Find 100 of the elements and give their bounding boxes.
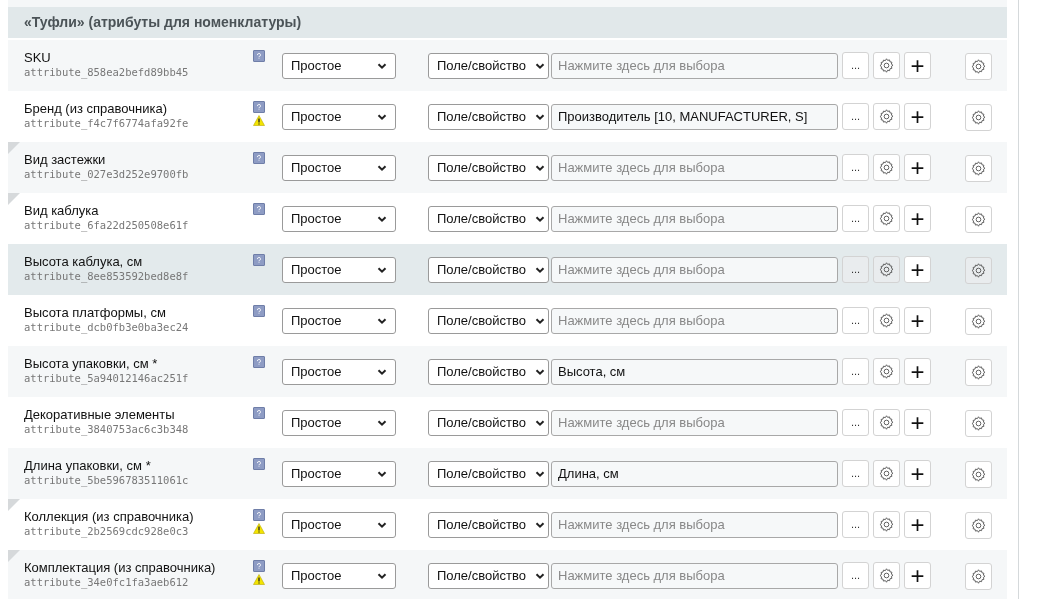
more-button[interactable]: ... [842, 511, 869, 538]
value-field[interactable]: Нажмите здесь для выбора [551, 409, 838, 436]
help-icon[interactable] [253, 407, 265, 419]
attribute-name: Высота каблука, см [24, 254, 144, 269]
more-button[interactable]: ... [842, 52, 869, 79]
type-select[interactable]: Простое [282, 205, 396, 232]
value-field[interactable]: Длина, см [551, 460, 838, 487]
add-button[interactable]: + [904, 460, 931, 487]
type-select[interactable]: Простое [282, 511, 396, 538]
help-icon[interactable] [253, 560, 265, 572]
add-button[interactable]: + [904, 52, 931, 79]
value-field[interactable]: Нажмите здесь для выбора [551, 562, 838, 589]
settings-icon[interactable] [873, 307, 900, 334]
attribute-code: attribute_dcb0fb3e0ba3ec24 [24, 320, 190, 335]
settings-icon[interactable] [873, 409, 900, 436]
add-button[interactable]: + [904, 154, 931, 181]
help-icon[interactable] [253, 50, 265, 62]
source-select[interactable]: Поле/свойство [428, 409, 549, 436]
settings-icon[interactable] [965, 155, 992, 182]
help-icon[interactable] [253, 101, 265, 113]
settings-icon[interactable] [965, 257, 992, 284]
type-select[interactable]: Простое [282, 409, 396, 436]
more-button[interactable]: ... [842, 358, 869, 385]
type-select[interactable]: Простое [282, 103, 396, 130]
help-icon[interactable] [253, 152, 265, 164]
add-button[interactable]: + [904, 205, 931, 232]
source-select[interactable]: Поле/свойство [428, 154, 549, 181]
type-select[interactable]: Простое [282, 256, 396, 283]
help-icon[interactable] [253, 458, 265, 470]
settings-icon[interactable] [873, 562, 900, 589]
attribute-name: Вид застежки [24, 152, 107, 167]
attribute-name: Высота упаковки, см * [24, 356, 159, 371]
add-button[interactable]: + [904, 409, 931, 436]
help-icon[interactable] [253, 509, 265, 521]
source-select[interactable]: Поле/свойство [428, 460, 549, 487]
settings-icon[interactable] [873, 358, 900, 385]
more-button[interactable]: ... [842, 307, 869, 334]
type-select[interactable]: Простое [282, 562, 396, 589]
add-button[interactable]: + [904, 307, 931, 334]
more-button[interactable]: ... [842, 409, 869, 436]
settings-icon[interactable] [965, 359, 992, 386]
value-field[interactable]: Нажмите здесь для выбора [551, 52, 838, 79]
attribute-code: attribute_f4c7f6774afa92fe [24, 116, 190, 131]
help-icon[interactable] [253, 305, 265, 317]
help-icon[interactable] [253, 356, 265, 368]
section-title: «Туфли» (атрибуты для номенклатуры) [24, 13, 302, 32]
type-select[interactable]: Простое [282, 52, 396, 79]
source-select[interactable]: Поле/свойство [428, 52, 549, 79]
source-select[interactable]: Поле/свойство [428, 256, 549, 283]
settings-icon[interactable] [873, 103, 900, 130]
settings-icon[interactable] [965, 410, 992, 437]
more-button[interactable]: ... [842, 460, 869, 487]
attribute-code: attribute_34e0fc1fa3aeb612 [24, 575, 190, 590]
source-select[interactable]: Поле/свойство [428, 205, 549, 232]
type-select[interactable]: Простое [282, 154, 396, 181]
settings-icon[interactable] [965, 461, 992, 488]
add-button[interactable]: + [904, 256, 931, 283]
settings-icon[interactable] [965, 563, 992, 590]
add-button[interactable]: + [904, 511, 931, 538]
settings-icon[interactable] [873, 256, 900, 283]
more-button[interactable]: ... [842, 154, 869, 181]
settings-icon[interactable] [873, 511, 900, 538]
settings-icon[interactable] [965, 308, 992, 335]
settings-icon[interactable] [873, 205, 900, 232]
source-select[interactable]: Поле/свойство [428, 103, 549, 130]
source-select[interactable]: Поле/свойство [428, 307, 549, 334]
help-icon[interactable] [253, 254, 265, 266]
attribute-name: Бренд (из справочника) [24, 101, 168, 116]
type-select[interactable]: Простое [282, 307, 396, 334]
value-field[interactable]: Производитель [10, MANUFACTURER, S] [551, 103, 838, 130]
value-field[interactable]: Нажмите здесь для выбора [551, 205, 838, 232]
source-select[interactable]: Поле/свойство [428, 511, 549, 538]
settings-icon[interactable] [965, 53, 992, 80]
value-field[interactable]: Высота, см [551, 358, 838, 385]
settings-icon[interactable] [873, 460, 900, 487]
settings-icon[interactable] [873, 52, 900, 79]
type-select[interactable]: Простое [282, 358, 396, 385]
value-field[interactable]: Нажмите здесь для выбора [551, 154, 838, 181]
value-field[interactable]: Нажмите здесь для выбора [551, 511, 838, 538]
source-select[interactable]: Поле/свойство [428, 562, 549, 589]
help-icon[interactable] [253, 203, 265, 215]
add-button[interactable]: + [904, 103, 931, 130]
more-button[interactable]: ... [842, 562, 869, 589]
settings-icon[interactable] [965, 512, 992, 539]
attribute-code: attribute_2b2569cdc928e0c3 [24, 524, 190, 539]
type-select[interactable]: Простое [282, 460, 396, 487]
attribute-name: Вид каблука [24, 203, 100, 218]
settings-icon[interactable] [965, 104, 992, 131]
value-field[interactable]: Нажмите здесь для выбора [551, 307, 838, 334]
settings-icon[interactable] [873, 154, 900, 181]
settings-icon[interactable] [965, 206, 992, 233]
more-button[interactable]: ... [842, 205, 869, 232]
source-select[interactable]: Поле/свойство [428, 358, 549, 385]
add-button[interactable]: + [904, 358, 931, 385]
more-button[interactable]: ... [842, 256, 869, 283]
add-button[interactable]: + [904, 562, 931, 589]
value-field[interactable]: Нажмите здесь для выбора [551, 256, 838, 283]
attribute-name: Высота платформы, см [24, 305, 167, 320]
attribute-name: Декоративные элементы [24, 407, 176, 422]
more-button[interactable]: ... [842, 103, 869, 130]
